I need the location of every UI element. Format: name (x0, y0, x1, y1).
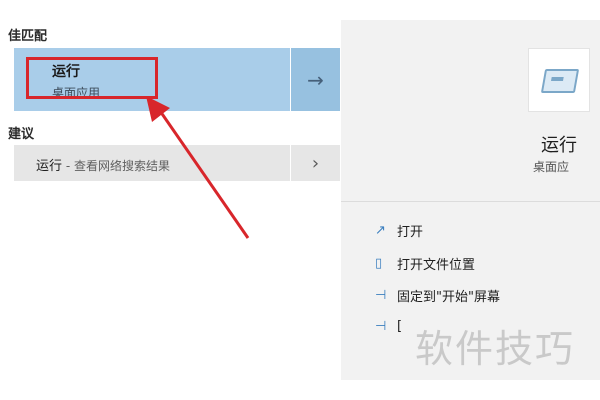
annotation-arrow-shaft (156, 107, 250, 239)
watermark-text: 软件技巧 (415, 327, 576, 371)
